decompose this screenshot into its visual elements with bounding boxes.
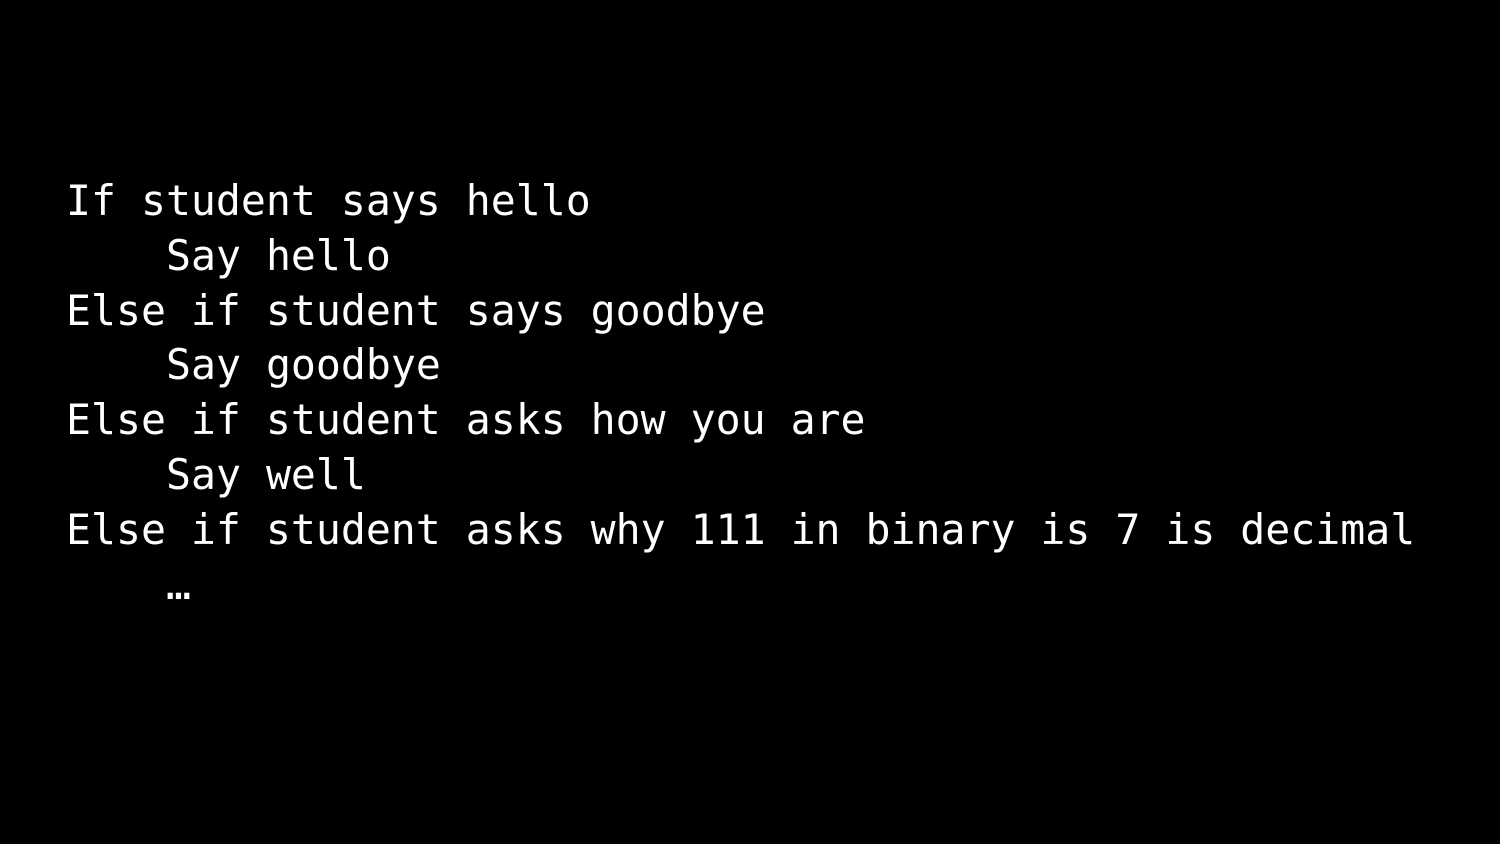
code-line-elseif-binary: Else if student asks why 111 in binary i… xyxy=(66,504,1416,554)
slide: If student says hello Say hello Else if … xyxy=(0,0,1500,844)
code-line-if-hello: If student says hello xyxy=(66,176,591,225)
code-line-say-well: Say well xyxy=(166,449,366,499)
code-line-ellipsis: … xyxy=(166,559,191,609)
code-line-say-hello: Say hello xyxy=(166,230,391,280)
code-line-elseif-goodbye: Else if student says goodbye xyxy=(66,285,766,335)
code-line-say-goodbye: Say goodbye xyxy=(166,340,441,390)
code-line-elseif-how-are-you: Else if student asks how you are xyxy=(66,395,866,445)
pseudocode-block: If student says hello Say hello Else if … xyxy=(66,174,1415,612)
